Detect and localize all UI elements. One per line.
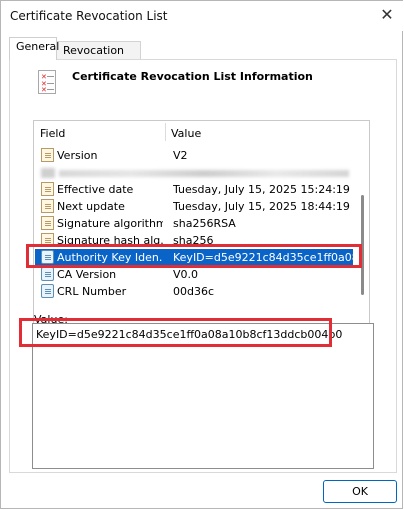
row-value: Tuesday, July 15, 2025 18:44:19 [173, 200, 350, 213]
list-row-authority-key-identifier[interactable]: Authority Key Iden... KeyID=d5e9221c84d3… [35, 249, 353, 266]
row-field: Version [57, 149, 98, 162]
property-icon [41, 182, 54, 196]
extension-icon [41, 267, 54, 281]
info-heading: Certificate Revocation List Information [72, 70, 313, 83]
row-field: CA Version [57, 268, 117, 281]
row-value: 00d36c [173, 285, 215, 298]
list-row-crl-number[interactable]: CRL Number 00d36c [35, 283, 353, 300]
row-value: Tuesday, July 15, 2025 15:24:19 [173, 183, 350, 196]
value-text[interactable]: KeyID=d5e9221c84d35ce1ff0a08a10b8cf13ddc… [36, 328, 342, 341]
column-header-field[interactable]: Field [40, 127, 65, 140]
redacted-icon [41, 168, 55, 178]
list-row-next-update[interactable]: Next update Tuesday, July 15, 2025 18:44… [35, 198, 353, 215]
title-bar: Certificate Revocation List ✕ [1, 1, 403, 31]
property-icon [41, 148, 54, 162]
column-divider[interactable] [165, 123, 166, 141]
row-field: Effective date [57, 183, 134, 196]
column-header-value[interactable]: Value [171, 127, 201, 140]
crl-document-icon: ✕ ✕ ✕ [38, 70, 56, 94]
list-row-ca-version[interactable]: CA Version V0.0 [35, 266, 353, 283]
list-row-obscured[interactable] [35, 164, 353, 181]
tab-revocation-list[interactable]: Revocation List [56, 41, 141, 70]
property-icon [41, 233, 54, 247]
extension-icon [41, 284, 54, 298]
row-value: V2 [173, 149, 188, 162]
window-title: Certificate Revocation List [10, 9, 168, 23]
close-icon[interactable]: ✕ [376, 5, 398, 25]
row-value: sha256 [173, 234, 214, 247]
list-row-signature-algorithm[interactable]: Signature algorithm sha256RSA [35, 215, 353, 232]
row-value: KeyID=d5e9221c84d35ce1ff0a08... [173, 251, 353, 264]
scrollbar-thumb[interactable] [361, 195, 364, 295]
row-field: Next update [57, 200, 125, 213]
row-field: Signature hash alg... [57, 234, 163, 247]
row-field: Authority Key Iden... [57, 251, 163, 264]
certificate-revocation-list-dialog: Certificate Revocation List ✕ General Re… [0, 0, 403, 509]
value-text-box[interactable]: KeyID=d5e9221c84d35ce1ff0a08a10b8cf13ddc… [32, 323, 374, 469]
list-header: Field Value [34, 121, 354, 143]
list-row-version[interactable]: Version V2 [35, 147, 353, 164]
row-field: Signature algorithm [57, 217, 163, 230]
property-icon [41, 199, 54, 213]
row-value: V0.0 [173, 268, 199, 281]
tab-strip: General Revocation List [9, 37, 397, 70]
redacted-text [59, 170, 349, 177]
extension-icon [41, 250, 54, 264]
tab-general[interactable]: General [9, 37, 59, 60]
ok-button[interactable]: OK [323, 480, 397, 503]
row-field: CRL Number [57, 285, 127, 298]
property-icon [41, 216, 54, 230]
list-row-signature-hash-algorithm[interactable]: Signature hash alg... sha256 [35, 232, 353, 249]
list-row-effective-date[interactable]: Effective date Tuesday, July 15, 2025 15… [35, 181, 353, 198]
row-value: sha256RSA [173, 217, 236, 230]
